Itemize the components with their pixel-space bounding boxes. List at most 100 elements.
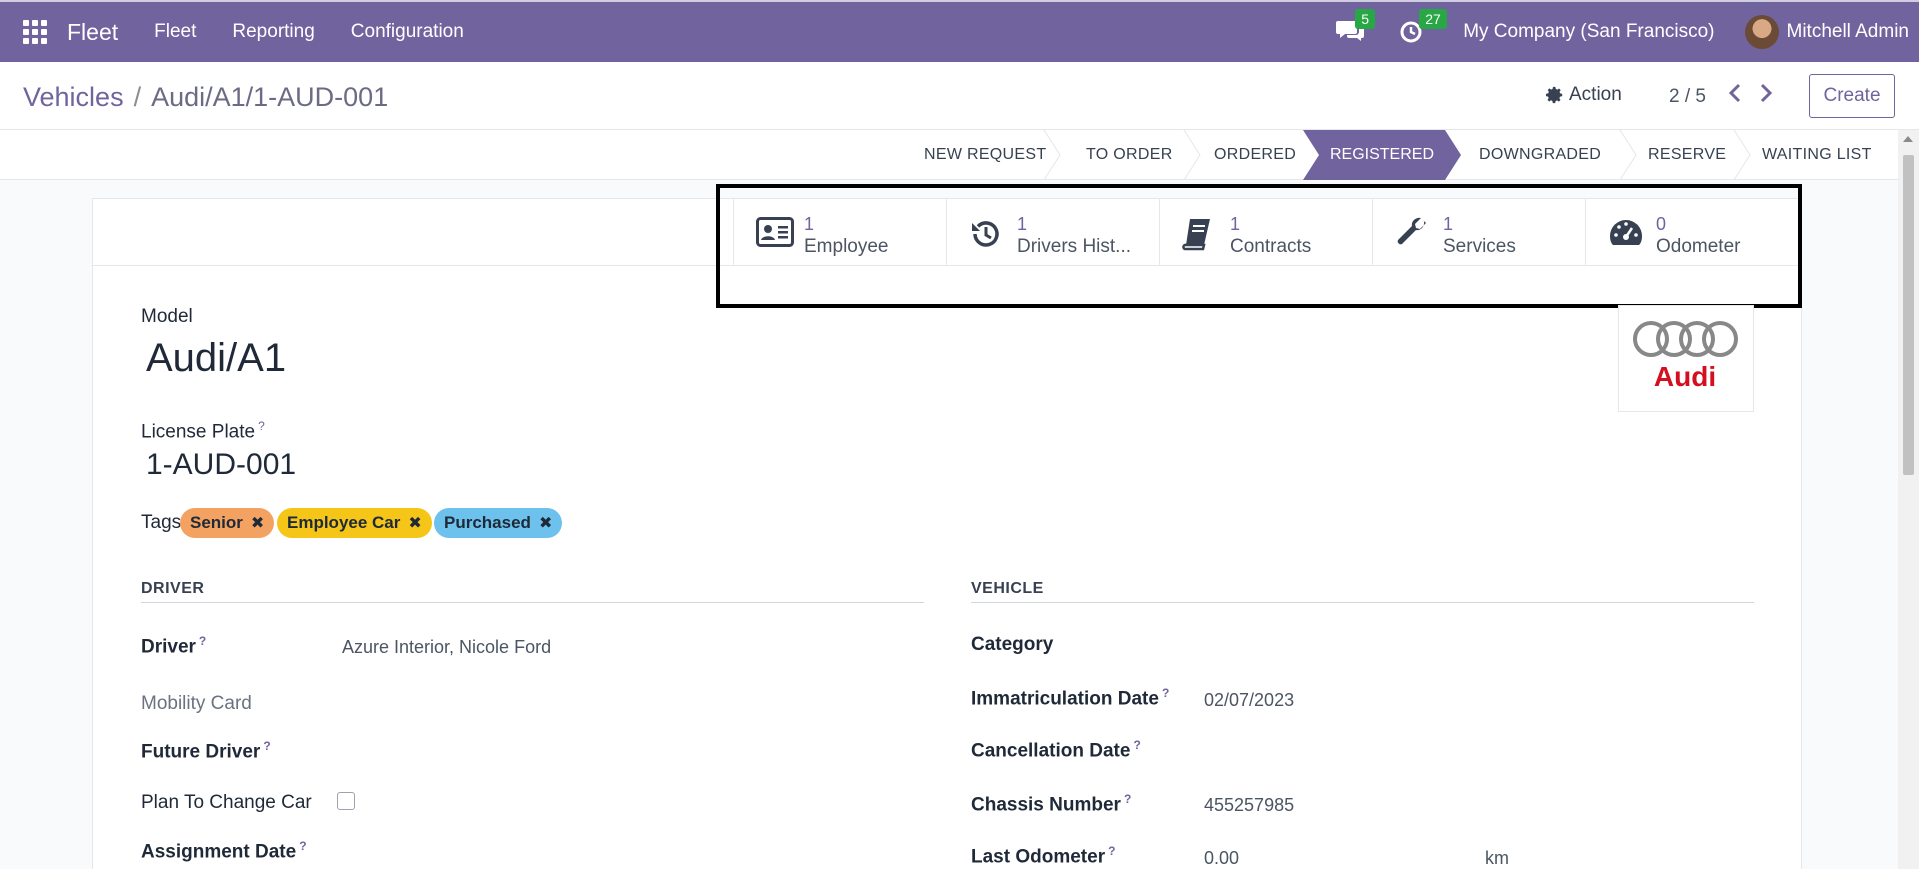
employee-smart-button[interactable]: 1 Employee <box>733 199 946 265</box>
id-card-icon <box>756 217 794 247</box>
history-icon <box>972 221 999 247</box>
tag-remove-icon[interactable]: ✖ <box>539 513 552 533</box>
stage-to-order[interactable]: TO ORDER <box>1086 130 1173 180</box>
help-tooltip-icon[interactable]: ? <box>1133 738 1140 752</box>
contracts-count: 1 <box>1230 214 1241 234</box>
tag-employee-car-label: Employee Car <box>287 513 401 532</box>
chassis-number-field[interactable]: 455257985 <box>1204 795 1294 816</box>
help-tooltip-icon[interactable]: ? <box>258 419 265 433</box>
stage-separator <box>1183 130 1201 180</box>
menu-fleet[interactable]: Fleet <box>154 21 196 43</box>
book-icon <box>1182 219 1210 251</box>
employee-count: 1 <box>804 214 815 234</box>
help-tooltip-icon[interactable]: ? <box>299 839 306 853</box>
chassis-number-label-text: Chassis Number <box>971 794 1121 816</box>
tag-senior: Senior ✖ <box>180 508 275 538</box>
tags-label: Tags <box>141 512 182 533</box>
license-plate-label: License Plate? <box>141 419 265 443</box>
top-navbar: Fleet Fleet Reporting Configuration 5 27… <box>0 0 1919 62</box>
vehicle-section-divider <box>971 602 1754 603</box>
user-avatar[interactable] <box>1744 15 1779 49</box>
help-tooltip-icon[interactable]: ? <box>199 634 206 648</box>
contracts-smart-button[interactable]: 1 Contracts <box>1159 199 1372 265</box>
immatriculation-date-label: Immatriculation Date? <box>971 686 1169 710</box>
chevron-left-icon <box>1728 83 1741 103</box>
mobility-card-label: Mobility Card <box>141 693 252 714</box>
breadcrumb-vehicles-link[interactable]: Vehicles <box>23 82 124 112</box>
activities-badge: 27 <box>1419 9 1447 29</box>
model-field[interactable]: Audi/A1 <box>146 336 286 381</box>
future-driver-label-text: Future Driver <box>141 741 261 763</box>
plan-to-change-car-checkbox[interactable] <box>337 792 355 810</box>
chassis-number-label: Chassis Number? <box>971 792 1131 816</box>
contracts-label: Contracts <box>1230 236 1312 257</box>
pager-previous-button[interactable] <box>1727 82 1747 106</box>
vehicle-logo-image[interactable]: Audi <box>1618 305 1754 412</box>
pager-next-button[interactable] <box>1758 82 1778 106</box>
create-button[interactable]: Create <box>1809 74 1895 118</box>
tag-purchased-label: Purchased <box>444 513 531 532</box>
drivers-history-smart-button[interactable]: 1 Drivers Hist... <box>946 199 1159 265</box>
status-bar: NEW REQUEST TO ORDER ORDERED REGISTERED … <box>0 130 1898 180</box>
help-tooltip-icon[interactable]: ? <box>1124 792 1131 806</box>
driver-label: Driver? <box>141 634 206 658</box>
stage-new-request[interactable]: NEW REQUEST <box>924 130 1046 180</box>
menu-configuration[interactable]: Configuration <box>351 21 464 43</box>
odometer-count: 0 <box>1656 214 1667 234</box>
tag-remove-icon[interactable]: ✖ <box>408 513 421 533</box>
odometer-label: Odometer <box>1656 236 1741 257</box>
breadcrumb: Vehicles / Audi/A1/1-AUD-001 <box>23 82 388 113</box>
driver-field[interactable]: Azure Interior, Nicole Ford <box>342 637 551 658</box>
services-smart-button[interactable]: 1 Services <box>1372 199 1585 265</box>
tachometer-icon <box>1610 220 1642 245</box>
wrench-icon <box>1397 217 1426 245</box>
activities-button[interactable]: 27 <box>1399 9 1447 47</box>
last-odometer-label-text: Last Odometer <box>971 846 1106 868</box>
breadcrumb-separator: / <box>133 82 142 112</box>
stage-reserve[interactable]: RESERVE <box>1648 130 1726 180</box>
apps-grid-icon[interactable] <box>23 20 47 44</box>
license-plate-field[interactable]: 1-AUD-001 <box>146 448 296 482</box>
tag-senior-label: Senior <box>190 513 243 532</box>
help-tooltip-icon[interactable]: ? <box>1162 686 1169 700</box>
stage-registered[interactable]: REGISTERED <box>1303 130 1461 180</box>
drivers-history-count: 1 <box>1017 214 1028 234</box>
immatriculation-date-label-text: Immatriculation Date <box>971 688 1159 710</box>
last-odometer-label: Last Odometer? <box>971 844 1115 868</box>
stage-separator <box>1733 130 1751 180</box>
menu-reporting[interactable]: Reporting <box>232 21 314 43</box>
vehicle-section-title: VEHICLE <box>971 580 1044 597</box>
help-tooltip-icon[interactable]: ? <box>1108 844 1115 858</box>
stage-ordered[interactable]: ORDERED <box>1214 130 1296 180</box>
pager-value[interactable]: 2 / 5 <box>1669 86 1706 108</box>
action-menu-button[interactable]: Action <box>1546 84 1622 106</box>
cancellation-date-label: Cancellation Date? <box>971 738 1141 762</box>
user-menu[interactable]: Mitchell Admin <box>1787 21 1910 43</box>
scroll-thumb[interactable] <box>1903 155 1914 475</box>
services-count: 1 <box>1443 214 1454 234</box>
help-tooltip-icon[interactable]: ? <box>263 739 270 753</box>
smart-button-box: 1 Employee 1 Drivers Hist... 1 Contracts <box>93 199 1801 266</box>
messages-button[interactable]: 5 <box>1335 9 1375 47</box>
page-scrollbar[interactable] <box>1898 130 1919 869</box>
odometer-unit: km <box>1485 848 1509 868</box>
app-brand[interactable]: Fleet <box>67 19 118 46</box>
drivers-history-label: Drivers Hist... <box>1017 236 1131 257</box>
driver-section-title: DRIVER <box>141 580 205 597</box>
immatriculation-date-field[interactable]: 02/07/2023 <box>1204 690 1294 711</box>
last-odometer-field[interactable]: 0.00 <box>1204 848 1239 869</box>
company-switcher[interactable]: My Company (San Francisco) <box>1463 21 1714 43</box>
tag-remove-icon[interactable]: ✖ <box>251 513 264 533</box>
employee-label: Employee <box>804 236 889 257</box>
breadcrumb-current: Audi/A1/1-AUD-001 <box>151 82 389 112</box>
stage-downgraded[interactable]: DOWNGRADED <box>1479 130 1601 180</box>
tag-employee-car: Employee Car ✖ <box>277 508 432 538</box>
driver-label-text: Driver <box>141 636 196 658</box>
driver-section-divider <box>141 602 924 603</box>
category-label: Category <box>971 634 1054 655</box>
odometer-smart-button[interactable]: 0 Odometer <box>1585 199 1798 265</box>
messages-badge: 5 <box>1355 9 1375 29</box>
stage-waiting-list[interactable]: WAITING LIST <box>1762 130 1872 180</box>
audi-logo-icon: Audi <box>1633 321 1738 392</box>
scroll-up-arrow[interactable] <box>1903 136 1913 142</box>
